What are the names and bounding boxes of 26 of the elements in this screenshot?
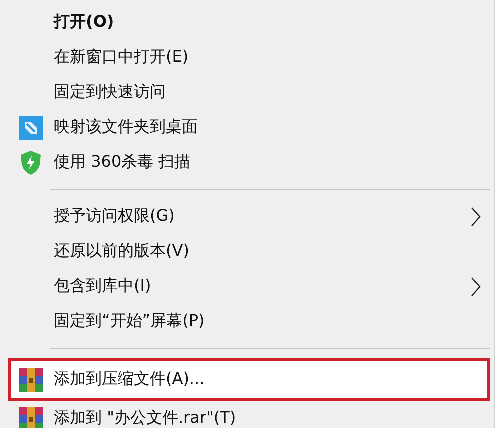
- menu-item-label: 还原以前的版本(V): [54, 241, 190, 262]
- menu-item-label: 添加到 "办公文件.rar"(T): [54, 408, 238, 428]
- menu-item-label: 映射该文件夹到桌面: [54, 117, 199, 138]
- menu-item[interactable]: 还原以前的版本(V): [8, 234, 490, 269]
- menu-item[interactable]: 打开(O): [8, 5, 490, 40]
- menu-item-label: 固定到快速访问: [54, 82, 167, 103]
- shield-icon: [21, 150, 41, 174]
- menu-item[interactable]: 在新窗口中打开(E): [8, 40, 490, 75]
- menu-item[interactable]: 添加到压缩文件(A)...: [8, 358, 490, 401]
- archive-icon: [19, 406, 43, 428]
- menu-item[interactable]: 固定到“开始”屏幕(P): [8, 304, 490, 339]
- menu-item[interactable]: 授予访问权限(G): [8, 199, 490, 234]
- folder-shortcut-icon: [19, 116, 43, 140]
- menu-item-label: 授予访问权限(G): [54, 206, 176, 227]
- menu-item[interactable]: 映射该文件夹到桌面: [8, 110, 490, 145]
- menu-item[interactable]: 使用 360杀毒 扫描: [8, 145, 490, 180]
- archive-icon: [19, 368, 43, 392]
- menu-item[interactable]: 固定到快速访问: [8, 75, 490, 110]
- menu-item[interactable]: 包含到库中(I): [8, 269, 490, 304]
- menu-item-label: 包含到库中(I): [54, 276, 152, 297]
- menu-item-label: 固定到“开始”屏幕(P): [54, 311, 206, 332]
- menu-item-label: 添加到压缩文件(A)...: [54, 369, 206, 390]
- menu-item[interactable]: 添加到 "办公文件.rar"(T): [8, 401, 490, 428]
- menu-item-label: 打开(O): [54, 12, 116, 33]
- menu-item-label: 使用 360杀毒 扫描: [54, 152, 192, 173]
- menu-item-label: 在新窗口中打开(E): [54, 47, 190, 68]
